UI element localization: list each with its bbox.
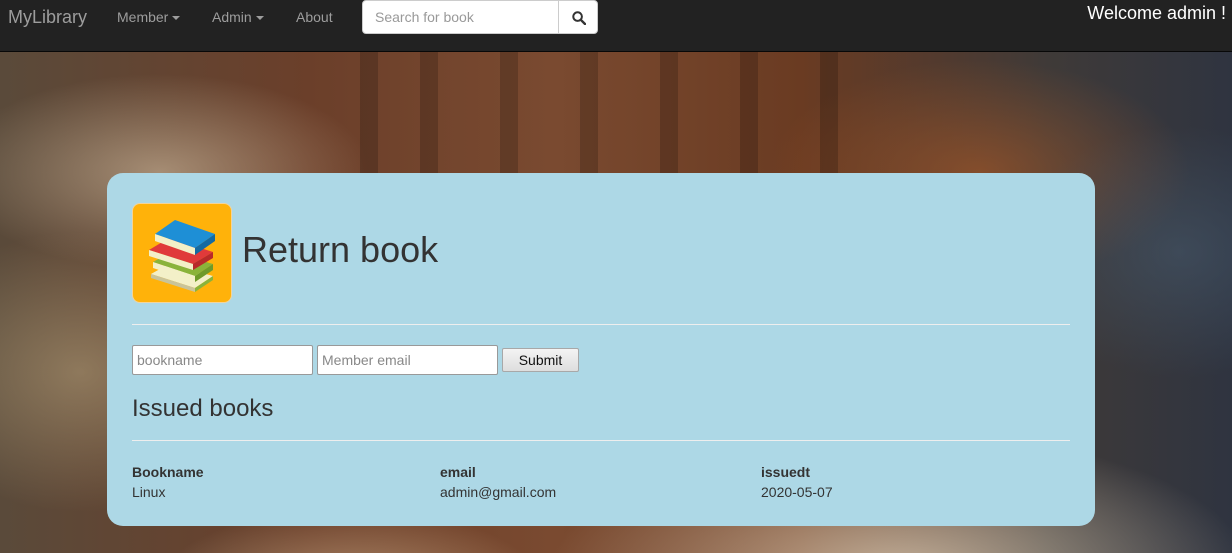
search-input[interactable] [362, 0, 559, 34]
caret-down-icon [172, 16, 181, 21]
nav-admin-label: Admin [212, 9, 252, 25]
nav-about-link[interactable]: About [296, 9, 333, 25]
nav-admin-dropdown[interactable]: Admin [212, 9, 264, 25]
books-stack-icon [132, 203, 232, 303]
nav-member-label: Member [117, 9, 169, 25]
table-cell-issuedt: 2020-05-07 [761, 484, 833, 500]
column-header-issuedt: issuedt [761, 464, 811, 480]
divider [132, 324, 1070, 325]
submit-button[interactable]: Submit [502, 348, 579, 372]
return-book-panel: Return book Submit Issued books Bookname… [107, 173, 1095, 526]
search-button[interactable] [558, 0, 598, 34]
member-email-input[interactable] [317, 345, 498, 375]
divider [132, 440, 1070, 441]
navbar: MyLibrary Member Admin About Welcome adm… [0, 0, 1232, 52]
search-icon [572, 11, 586, 25]
nav-member-dropdown[interactable]: Member [117, 9, 181, 25]
column-header-bookname: Bookname [132, 464, 204, 480]
table-cell-bookname: Linux [132, 484, 166, 500]
table-cell-email: admin@gmail.com [440, 484, 557, 500]
welcome-text: Welcome admin ! [1087, 3, 1226, 23]
column-header-email: email [440, 464, 476, 480]
caret-down-icon [255, 16, 264, 21]
page-title: Return book [242, 229, 439, 270]
issued-books-heading: Issued books [132, 395, 274, 422]
brand-link[interactable]: MyLibrary [8, 7, 87, 28]
bookname-input[interactable] [132, 345, 313, 375]
